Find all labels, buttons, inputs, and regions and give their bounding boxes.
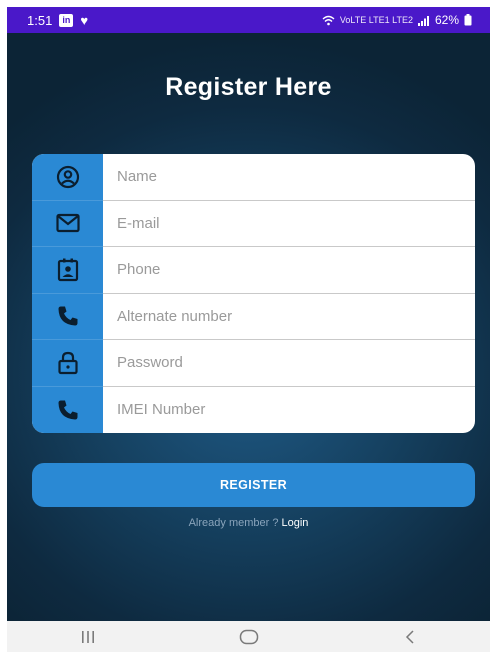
email-row [103, 200, 475, 247]
login-prompt: Already member ? Login [7, 517, 490, 529]
battery-percent: 62% [434, 13, 459, 27]
back-icon [405, 629, 414, 644]
field-column [103, 154, 475, 433]
icon-column [32, 154, 103, 433]
alternate-number-icon-cell [32, 294, 103, 340]
phone-icon [58, 306, 77, 326]
phone-icon [58, 400, 77, 420]
envelope-icon [55, 214, 80, 233]
name-input[interactable] [103, 154, 475, 200]
home-button[interactable] [219, 621, 279, 652]
imei-field-icon-cell [32, 387, 103, 434]
signal-icon [417, 15, 429, 26]
password-row [103, 340, 475, 387]
lock-icon [57, 351, 78, 374]
recent-apps-icon [81, 630, 94, 643]
imei-row [103, 386, 475, 433]
already-member-text: Already member ? [188, 517, 279, 529]
phone-row [103, 247, 475, 294]
password-input[interactable] [103, 340, 475, 386]
name-row [103, 154, 475, 201]
back-button[interactable] [380, 621, 440, 652]
login-link[interactable]: Login [281, 517, 308, 529]
register-button[interactable]: REGISTER [32, 463, 475, 507]
wifi-icon [322, 15, 335, 25]
registration-form [32, 154, 475, 433]
email-field-icon-cell [32, 201, 103, 247]
password-field-icon-cell [32, 340, 103, 387]
heart-icon: ♥ [80, 12, 89, 28]
imei-input[interactable] [103, 386, 475, 433]
status-left: 1:51 in ♥ [27, 13, 88, 28]
alternate-number-input[interactable] [103, 293, 475, 339]
system-nav-bar [7, 621, 490, 652]
phone-field-icon-cell [32, 247, 103, 294]
alternate-number-row [103, 293, 475, 340]
status-time: 1:51 [27, 12, 53, 28]
person-circle-icon [56, 165, 79, 188]
app-screen: 1:51 in ♥ VoLTE LTE1 LTE2 62% Register H… [7, 7, 490, 621]
name-field-icon-cell [32, 154, 103, 201]
email-input[interactable] [103, 200, 475, 246]
battery-icon [464, 14, 472, 26]
status-right: VoLTE LTE1 LTE2 62% [322, 13, 472, 27]
recent-apps-button[interactable] [58, 621, 118, 652]
network-indicator: VoLTE LTE1 LTE2 [339, 15, 413, 25]
contact-card-icon [57, 258, 78, 281]
status-bar: 1:51 in ♥ VoLTE LTE1 LTE2 62% [7, 7, 490, 33]
home-icon [239, 629, 258, 644]
page-title: Register Here [165, 73, 332, 101]
linkedin-icon: in [59, 13, 74, 27]
phone-input[interactable] [103, 247, 475, 293]
